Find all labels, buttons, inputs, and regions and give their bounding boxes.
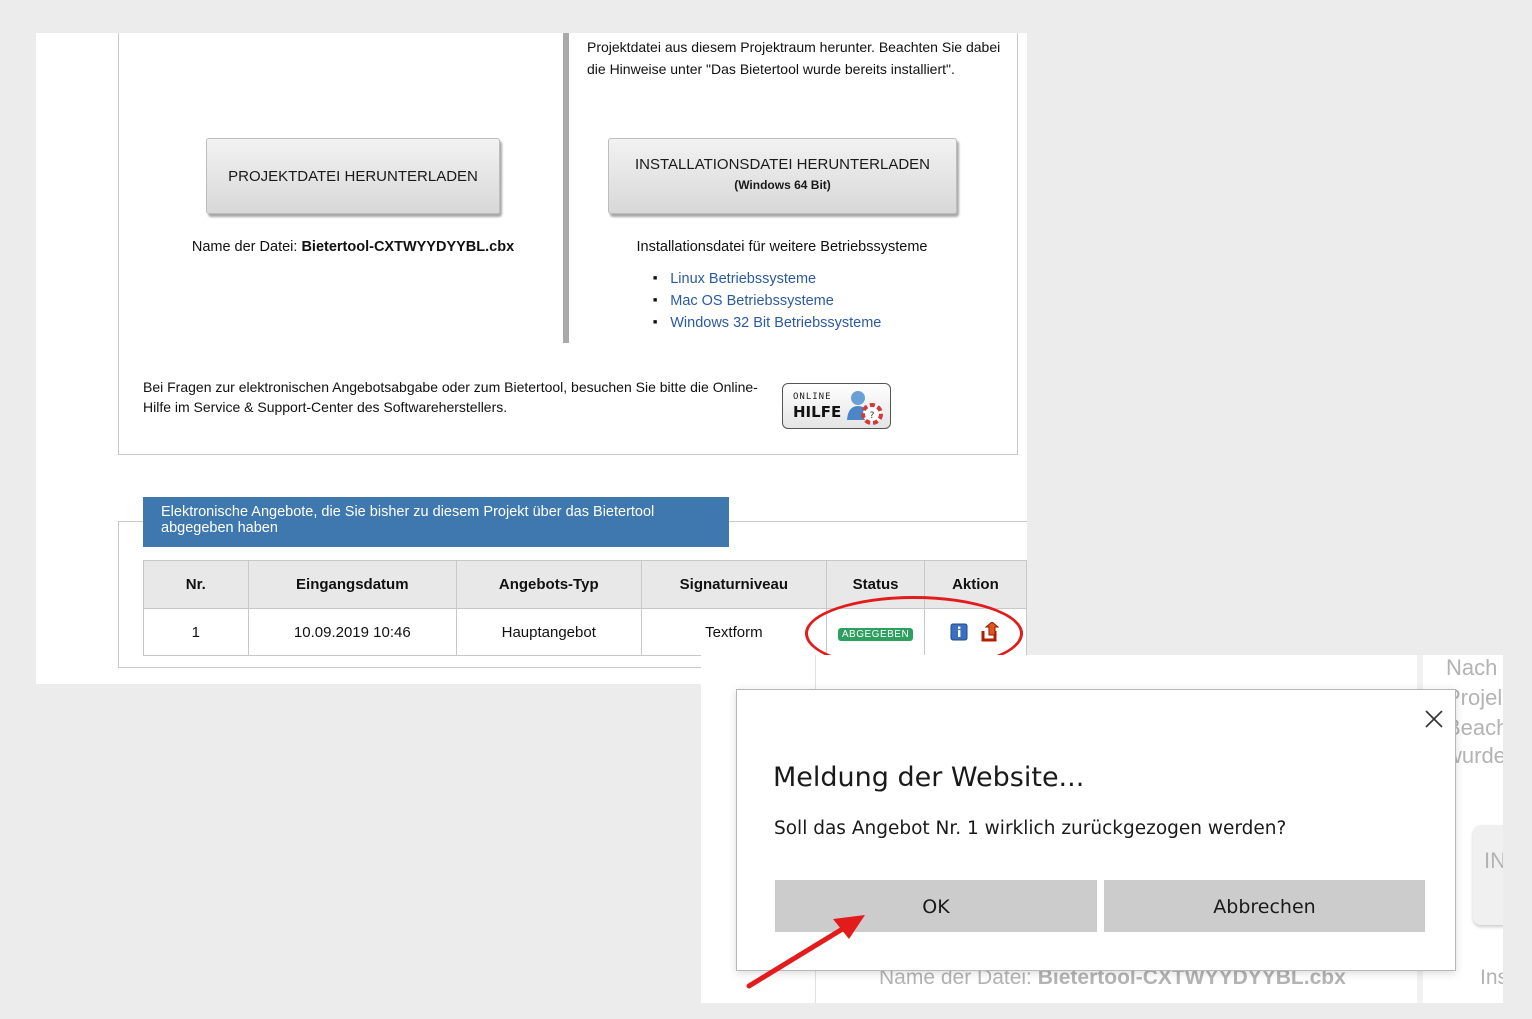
- download-installer-button[interactable]: INSTALLATIONSDATEI HERUNTERLADEN (Window…: [608, 138, 957, 214]
- cell-signature: Textform: [640, 608, 828, 656]
- other-os-heading: Installationsdatei für weitere Betriebss…: [636, 239, 928, 255]
- background-button-label: IN: [1484, 848, 1503, 873]
- cell-type: Hauptangebot: [456, 608, 642, 656]
- dialog-title: Meldung der Website...: [773, 762, 1085, 793]
- column-divider: [563, 33, 569, 343]
- dialog-message: Soll das Angebot Nr. 1 wirklich zurückge…: [774, 818, 1287, 839]
- cell-nr: 1: [143, 608, 249, 656]
- os-list-item: Windows 32 Bit Betriebssysteme: [653, 312, 881, 334]
- annotation-arrow: [746, 915, 865, 989]
- cell-date: 10.09.2019 10:46: [247, 608, 458, 656]
- online-help-line1: ONLINE: [793, 392, 832, 402]
- svg-text:?: ?: [870, 411, 875, 421]
- background-word: Ins: [1480, 966, 1503, 989]
- filename-label: Name der Datei:: [191, 239, 298, 255]
- cancel-button[interactable]: Abbrechen: [1104, 880, 1425, 932]
- online-help-line2: HILFE: [793, 403, 842, 421]
- filename-value: Bietertool-CXTWYYDYYBL.cbx: [301, 239, 515, 255]
- linux-link[interactable]: Linux Betriebssysteme: [670, 271, 816, 287]
- col-signature: Signaturniveau: [640, 560, 828, 609]
- windows32-link[interactable]: Windows 32 Bit Betriebssysteme: [670, 315, 881, 331]
- filename-line: Name der Datei: Bietertool-CXTWYYDYYBL.c…: [136, 239, 570, 255]
- download-installer-sublabel: (Windows 64 Bit): [734, 178, 831, 192]
- other-os-list: Linux Betriebssysteme Mac OS Betriebssys…: [653, 268, 881, 334]
- download-project-file-button[interactable]: PROJEKTDATEI HERUNTERLADEN: [206, 138, 500, 214]
- col-date: Eingangsdatum: [247, 560, 458, 609]
- background-button: [1473, 825, 1503, 925]
- col-type: Angebots-Typ: [456, 560, 642, 609]
- online-help-button[interactable]: ONLINE HILFE ?: [782, 383, 891, 429]
- close-icon[interactable]: [1422, 707, 1446, 731]
- offers-header: Elektronische Angebote, die Sie bisher z…: [143, 497, 729, 547]
- download-installer-label: INSTALLATIONSDATEI HERUNTERLADEN: [634, 156, 931, 173]
- os-list-item: Mac OS Betriebssysteme: [653, 290, 881, 312]
- support-person-icon: ?: [847, 391, 883, 425]
- intro-text: Projektdatei aus diesem Projektraum heru…: [587, 39, 1001, 77]
- col-nr: Nr.: [143, 560, 249, 609]
- background-word: Nach: [1446, 655, 1498, 680]
- project-page-screenshot: Projektdatei aus diesem Projektraum heru…: [36, 33, 1027, 684]
- os-list-item: Linux Betriebssysteme: [653, 268, 881, 290]
- help-text: Bei Fragen zur elektronischen Angebotsab…: [143, 379, 758, 415]
- download-project-file-label: PROJEKTDATEI HERUNTERLADEN: [228, 168, 478, 185]
- macos-link[interactable]: Mac OS Betriebssysteme: [670, 293, 834, 309]
